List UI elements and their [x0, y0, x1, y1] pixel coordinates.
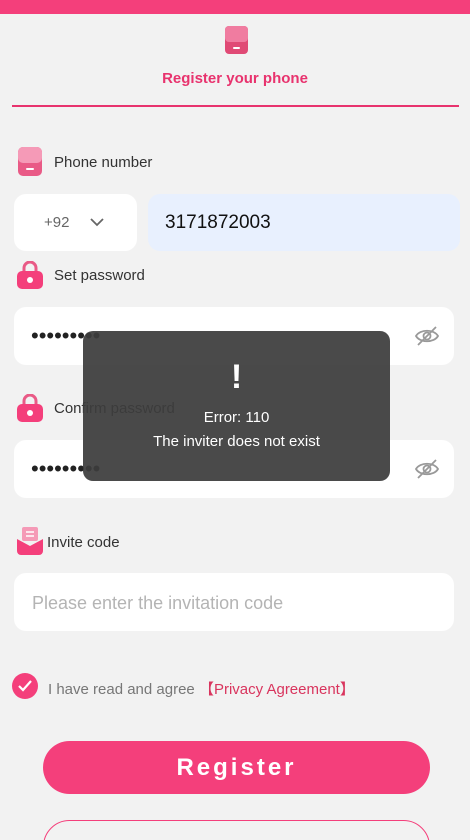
country-code-select[interactable]: +92	[14, 194, 137, 251]
lock-icon	[17, 261, 43, 289]
header-underline	[12, 105, 459, 107]
phone-icon	[225, 26, 248, 54]
invite-code-label: Invite code	[47, 534, 120, 551]
phone-number-value: 3171872003	[165, 212, 271, 233]
eye-off-icon[interactable]	[414, 457, 440, 481]
country-code-value: +92	[44, 214, 70, 231]
privacy-agreement-link[interactable]: 【Privacy Agreement】	[199, 681, 355, 698]
phone-number-input[interactable]: 3171872003	[148, 194, 460, 251]
error-code: Error: 110	[203, 409, 270, 426]
eye-off-icon[interactable]	[414, 324, 440, 348]
top-accent-bar	[0, 0, 470, 14]
exclamation-icon: !	[230, 358, 243, 396]
secondary-button[interactable]	[43, 820, 430, 840]
lock-icon	[17, 394, 43, 422]
check-icon	[18, 680, 32, 692]
agreement-label: I have read and agree	[48, 681, 195, 698]
agreement-text: I have read and agree 【Privacy Agreement…	[48, 678, 355, 699]
phone-label: Phone number	[54, 154, 153, 171]
chevron-down-icon	[90, 218, 104, 227]
invite-code-placeholder: Please enter the invitation code	[32, 593, 284, 613]
invite-code-input[interactable]: Please enter the invitation code	[14, 573, 454, 631]
agreement-checkbox[interactable]	[12, 673, 38, 699]
register-button[interactable]: Register	[43, 741, 430, 794]
set-password-label: Set password	[54, 267, 145, 284]
error-message: The inviter does not exist	[153, 433, 320, 450]
error-toast: ! Error: 110 The inviter does not exist	[83, 331, 390, 481]
invite-icon	[17, 527, 43, 555]
phone-icon	[18, 147, 42, 176]
page-title: Register your phone	[162, 70, 308, 87]
